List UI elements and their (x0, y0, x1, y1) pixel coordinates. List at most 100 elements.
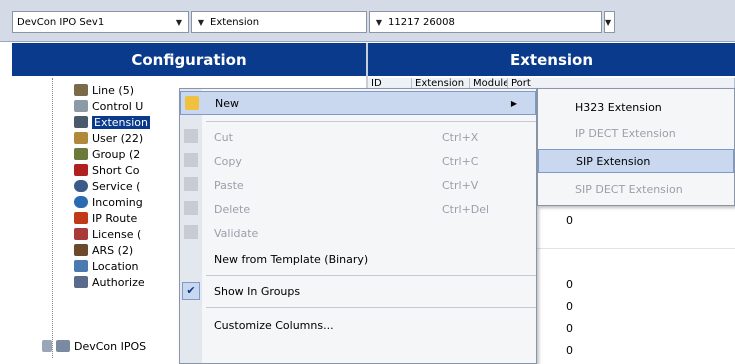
menu-item-validate[interactable]: Validate (180, 221, 536, 245)
submenu-item-label: H323 Extension (575, 100, 662, 114)
type-select[interactable]: ▼ Extension (191, 11, 367, 33)
menu-item-label: Validate (214, 226, 259, 240)
tree-item-extension[interactable]: Extension (74, 114, 151, 130)
tree-item-label: Line (5) (92, 83, 135, 97)
menu-item-copy[interactable]: Copy Ctrl+C (180, 149, 536, 173)
tree-item-devcon-server[interactable]: DevCon IPOS (42, 338, 146, 354)
menu-item-label: Copy (214, 154, 242, 168)
menu-item-delete[interactable]: Delete Ctrl+Del (180, 197, 536, 221)
menu-shortcut: Ctrl+V (442, 178, 479, 192)
tree-item-label: IP Route (92, 211, 138, 225)
menu-shortcut: Ctrl+C (442, 154, 479, 168)
menu-shortcut: Ctrl+Del (442, 202, 490, 216)
chevron-down-icon[interactable]: ▼ (374, 18, 384, 27)
tree-item-label: Location (92, 259, 139, 273)
service-icon (74, 180, 88, 192)
tree-item-label: DevCon IPOS (74, 339, 147, 353)
menu-separator (206, 121, 536, 122)
line-icon (74, 84, 88, 96)
extra-select[interactable]: ▼ (604, 11, 615, 33)
submenu-item-sip-dect-extension[interactable]: SIP DECT Extension (538, 177, 734, 201)
validate-icon (184, 225, 198, 239)
menu-item-label: New from Template (Binary) (214, 252, 369, 266)
license-icon (74, 228, 88, 240)
ars-icon (74, 244, 88, 256)
menu-item-cut[interactable]: Cut Ctrl+X (180, 125, 536, 149)
short-code-icon (74, 164, 88, 176)
menu-item-new-from-template[interactable]: New from Template (Binary) (180, 247, 536, 271)
submenu-item-sip-extension[interactable]: SIP Extension (538, 149, 734, 173)
copy-icon (184, 153, 198, 167)
tree-item-label: Short Co (92, 163, 140, 177)
menu-item-label: Delete (214, 202, 251, 216)
menu-item-show-in-groups[interactable]: ✔ Show In Groups (180, 279, 536, 303)
control-unit-icon (74, 100, 88, 112)
server-icon (56, 340, 70, 352)
tree-item-authorization[interactable]: Authorize (74, 274, 145, 290)
tree-item-user[interactable]: User (22) (74, 130, 143, 146)
server-select-value: DevCon IPO Sev1 (17, 16, 105, 28)
menu-item-new[interactable]: New ▶ (180, 91, 536, 115)
chevron-down-icon[interactable]: ▼ (174, 18, 184, 27)
server-select[interactable]: DevCon IPO Sev1 ▼ (12, 11, 189, 33)
submenu-item-h323-extension[interactable]: H323 Extension (538, 95, 734, 119)
record-select[interactable]: ▼ 11217 26008 (369, 11, 602, 33)
port-cell: 0 (566, 300, 573, 313)
submenu-arrow-icon: ▶ (510, 98, 517, 108)
tree-item-label: Authorize (92, 275, 145, 289)
tree-item-label: Incoming (92, 195, 143, 209)
extension-header: Extension (368, 43, 735, 76)
tree-item-service[interactable]: Service ( (74, 178, 140, 194)
menu-item-label: Paste (214, 178, 244, 192)
cut-icon (184, 129, 198, 143)
tree-item-label: Group (2 (92, 147, 141, 161)
tree-item-label: ARS (2) (92, 243, 134, 257)
menu-shortcut: Ctrl+X (442, 130, 479, 144)
port-cell: 0 (566, 344, 573, 357)
context-menu: New ▶ Cut Ctrl+X Copy Ctrl+C Paste Ctrl+… (179, 88, 537, 364)
incoming-icon (74, 196, 88, 208)
toolbar: DevCon IPO Sev1 ▼ ▼ Extension ▼ 11217 26… (0, 0, 735, 42)
submenu-item-label: SIP Extension (576, 154, 651, 168)
port-cell: 0 (566, 214, 573, 227)
tree-item-license[interactable]: License ( (74, 226, 141, 242)
collapse-icon[interactable] (42, 340, 52, 352)
tree-item-label: User (22) (92, 131, 144, 145)
checkmark-icon: ✔ (182, 282, 200, 300)
row-separator (528, 248, 735, 249)
tree-item-line[interactable]: Line (5) (74, 82, 134, 98)
chevron-down-icon[interactable]: ▼ (196, 18, 206, 27)
user-icon (74, 132, 88, 144)
configuration-header: Configuration (12, 43, 366, 76)
chevron-down-icon[interactable]: ▼ (605, 18, 611, 27)
menu-separator (206, 307, 536, 308)
submenu-item-ip-dect-extension[interactable]: IP DECT Extension (538, 121, 734, 145)
port-cell: 0 (566, 278, 573, 291)
tree-guide-line (52, 78, 53, 358)
tree-item-short-code[interactable]: Short Co (74, 162, 139, 178)
phone-icon (74, 116, 88, 128)
ip-route-icon (74, 212, 88, 224)
new-icon (185, 96, 199, 110)
menu-item-label: Show In Groups (214, 284, 301, 298)
type-select-value: Extension (210, 16, 260, 28)
menu-item-paste[interactable]: Paste Ctrl+V (180, 173, 536, 197)
tree-item-label: Control U (92, 99, 144, 113)
tree-item-label: Service ( (92, 179, 141, 193)
menu-item-label: Customize Columns... (214, 318, 334, 332)
authorization-icon (74, 276, 88, 288)
tree-item-ip-route[interactable]: IP Route (74, 210, 137, 226)
tree-item-control-unit[interactable]: Control U (74, 98, 143, 114)
paste-icon (184, 177, 198, 191)
submenu-item-label: SIP DECT Extension (575, 182, 683, 196)
record-select-value: 11217 26008 (388, 16, 455, 28)
tree-item-incoming[interactable]: Incoming (74, 194, 143, 210)
menu-item-customize-columns[interactable]: Customize Columns... (180, 313, 536, 337)
tree-item-label: License ( (92, 227, 142, 241)
tree-item-location[interactable]: Location (74, 258, 139, 274)
location-icon (74, 260, 88, 272)
tree-item-label: Extension (92, 115, 151, 129)
tree-item-group[interactable]: Group (2 (74, 146, 140, 162)
menu-item-label: Cut (214, 130, 233, 144)
tree-item-ars[interactable]: ARS (2) (74, 242, 133, 258)
